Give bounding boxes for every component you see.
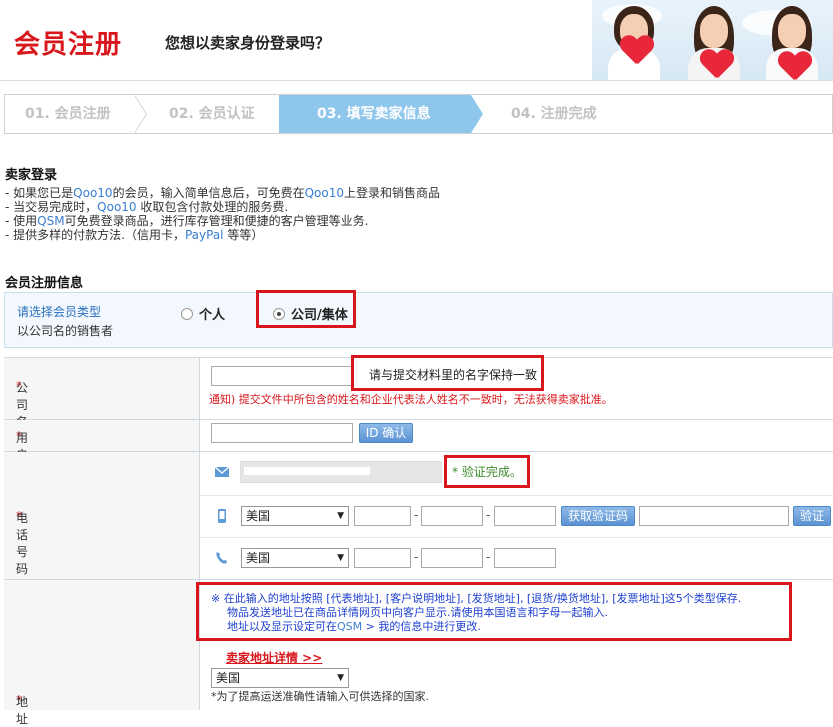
company-name-input[interactable] xyxy=(211,366,359,386)
mobile-part3-input[interactable] xyxy=(494,506,556,526)
landline-part2-input[interactable] xyxy=(421,548,483,568)
mobile-country-select[interactable]: 美国 ▼ xyxy=(241,506,349,526)
mobile-phone-icon xyxy=(214,508,230,524)
email-redacted xyxy=(244,467,370,475)
registration-form: *公司名 *用户名登录 *电话号码 *地址 xyxy=(4,357,833,726)
step-2: 02. 会员认证 xyxy=(169,106,255,122)
page-header: 会员注册 您想以卖家身份登录吗？ xyxy=(0,0,833,82)
member-type-label: 请选择会员类型 xyxy=(17,305,102,319)
landline-part1-input[interactable] xyxy=(354,548,411,568)
telephone-icon xyxy=(214,550,230,566)
member-type-sub: 以公司名的销售者 xyxy=(17,324,114,338)
address-country-select[interactable]: 美国 ▼ xyxy=(211,668,349,688)
mobile-part2-input[interactable] xyxy=(421,506,483,526)
company-name-notice: 通知) 提交文件中所包含的姓名和企业代表法人姓名不一致时，无法获得卖家批准。 xyxy=(209,393,613,406)
get-code-button[interactable]: 获取验证码 xyxy=(561,506,635,526)
seller-address-detail-link[interactable]: 卖家地址详情 >> xyxy=(226,649,322,666)
step-3-active: 03. 填写卖家信息 xyxy=(279,95,471,133)
intro-line: - 如果您已是Qoo10的会员，输入简单信息后，可免费在Qoo10上登录和销售商… xyxy=(5,186,440,200)
highlight-verified xyxy=(444,455,530,488)
id-confirm-button[interactable]: ID 确认 xyxy=(359,423,413,443)
step-1: 01. 会员注册 xyxy=(25,106,111,122)
highlight-company-hint xyxy=(351,355,544,391)
row-username: *用户名登录 xyxy=(4,420,833,513)
mail-icon xyxy=(214,464,230,480)
page-subtitle: 您想以卖家身份登录吗？ xyxy=(165,34,331,52)
mobile-part1-input[interactable] xyxy=(354,506,411,526)
intro-line: - 当交易完成时，Qoo10 收取包含付款处理的服务费. xyxy=(5,200,289,214)
highlight-address-note xyxy=(196,582,792,641)
verification-code-input[interactable] xyxy=(639,506,789,526)
radio-personal[interactable]: 个人 xyxy=(181,304,225,323)
header-banner-image xyxy=(592,0,833,80)
registration-steps: 01. 会员注册 02. 会员认证 03. 填写卖家信息 04. 注册完成 xyxy=(4,94,833,134)
username-input[interactable] xyxy=(211,423,353,443)
verify-button[interactable]: 验证 xyxy=(793,506,831,526)
radio-personal-dot[interactable] xyxy=(181,307,193,320)
intro-line: - 使用QSM可免费登录商品，进行库存管理和便捷的客户管理等业务. xyxy=(5,214,369,228)
address-country-hint: *为了提高运送准确性请输入可供选择的国家. xyxy=(211,690,429,703)
highlight-company-option xyxy=(256,290,356,328)
header-divider xyxy=(0,80,833,81)
seller-login-title: 卖家登录 xyxy=(5,168,58,183)
member-info-title: 会员注册信息 xyxy=(5,276,84,291)
intro-line: - 提供多样的付款方法.（信用卡，PayPal 等等） xyxy=(5,228,264,242)
member-type-box: 请选择会员类型 以公司名的销售者 个人 公司/集体 xyxy=(4,292,833,348)
seller-login-description: - 如果您已是Qoo10的会员，输入简单信息后，可免费在Qoo10上登录和销售商… xyxy=(5,186,440,242)
landline-country-select[interactable]: 美国 ▼ xyxy=(241,548,349,568)
landline-part3-input[interactable] xyxy=(494,548,556,568)
step-4: 04. 注册完成 xyxy=(511,106,597,122)
page-title: 会员注册 xyxy=(14,30,123,60)
